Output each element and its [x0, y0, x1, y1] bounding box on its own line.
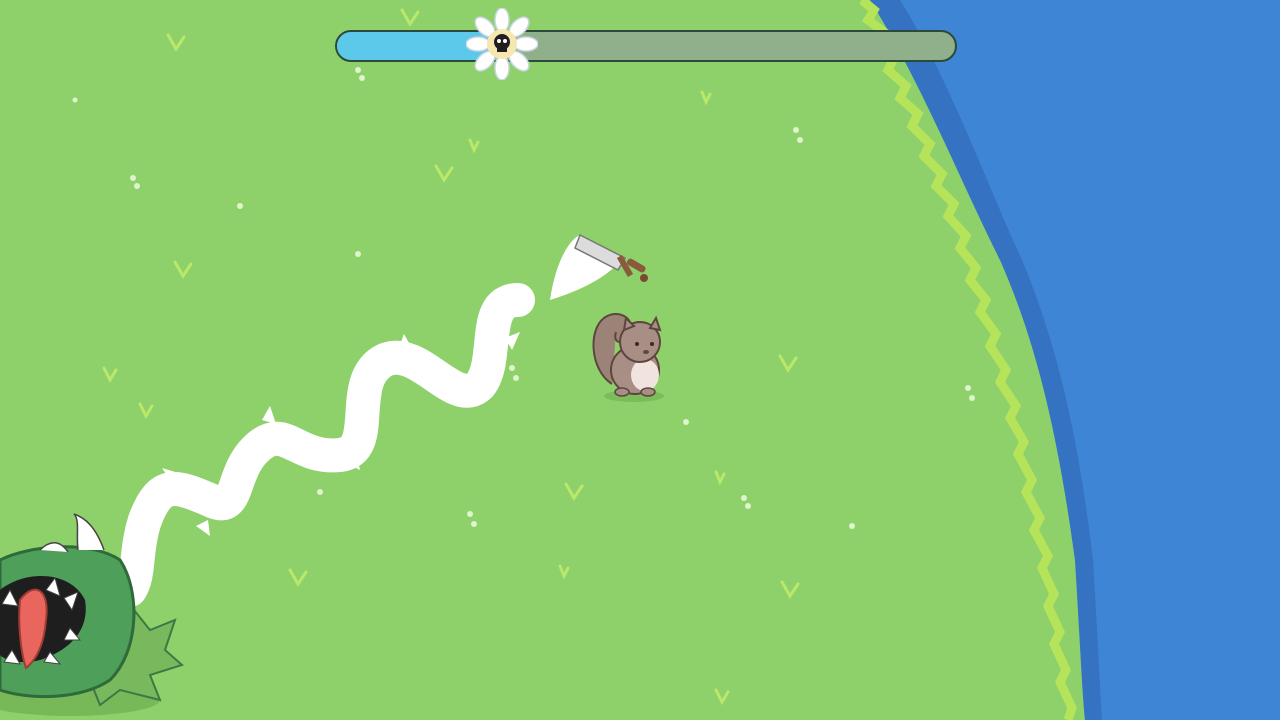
progress-track	[335, 30, 957, 62]
boss-progress-bar	[335, 8, 957, 80]
daisy-skull-icon	[466, 8, 539, 80]
game-world	[0, 0, 1280, 720]
